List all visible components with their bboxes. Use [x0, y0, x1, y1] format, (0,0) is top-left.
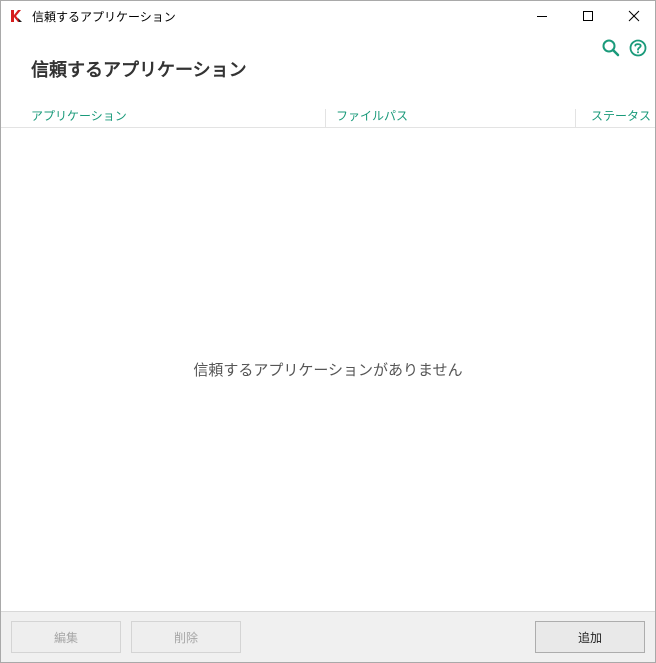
edit-button[interactable]: 編集	[11, 621, 121, 653]
column-header-status[interactable]: ステータス	[591, 107, 651, 124]
footer-bar: 編集 削除 追加	[1, 611, 655, 662]
search-icon[interactable]	[601, 38, 621, 58]
close-icon	[628, 10, 640, 22]
page-title: 信頼するアプリケーション	[31, 60, 247, 81]
help-icon[interactable]	[628, 38, 648, 58]
minimize-button[interactable]	[519, 1, 565, 31]
table-header: アプリケーション ファイルパス ステータス	[1, 104, 655, 128]
column-divider[interactable]	[575, 109, 576, 128]
close-button[interactable]	[611, 1, 656, 31]
maximize-button[interactable]	[565, 1, 611, 31]
column-header-application[interactable]: アプリケーション	[31, 107, 127, 124]
minimize-icon	[537, 16, 547, 17]
delete-button[interactable]: 削除	[131, 621, 241, 653]
empty-list-message: 信頼するアプリケーションがありません	[193, 361, 463, 379]
column-header-file-path[interactable]: ファイルパス	[336, 107, 408, 124]
kaspersky-logo-icon	[11, 10, 22, 22]
app-window: 信頼するアプリケーション 信頼するアプリケーション アプリケーション ファイルパ…	[0, 0, 656, 663]
add-button[interactable]: 追加	[535, 621, 645, 653]
column-divider[interactable]	[325, 109, 326, 128]
maximize-icon	[583, 11, 593, 21]
window-title: 信頼するアプリケーション	[32, 10, 176, 24]
title-bar[interactable]: 信頼するアプリケーション	[1, 1, 655, 31]
